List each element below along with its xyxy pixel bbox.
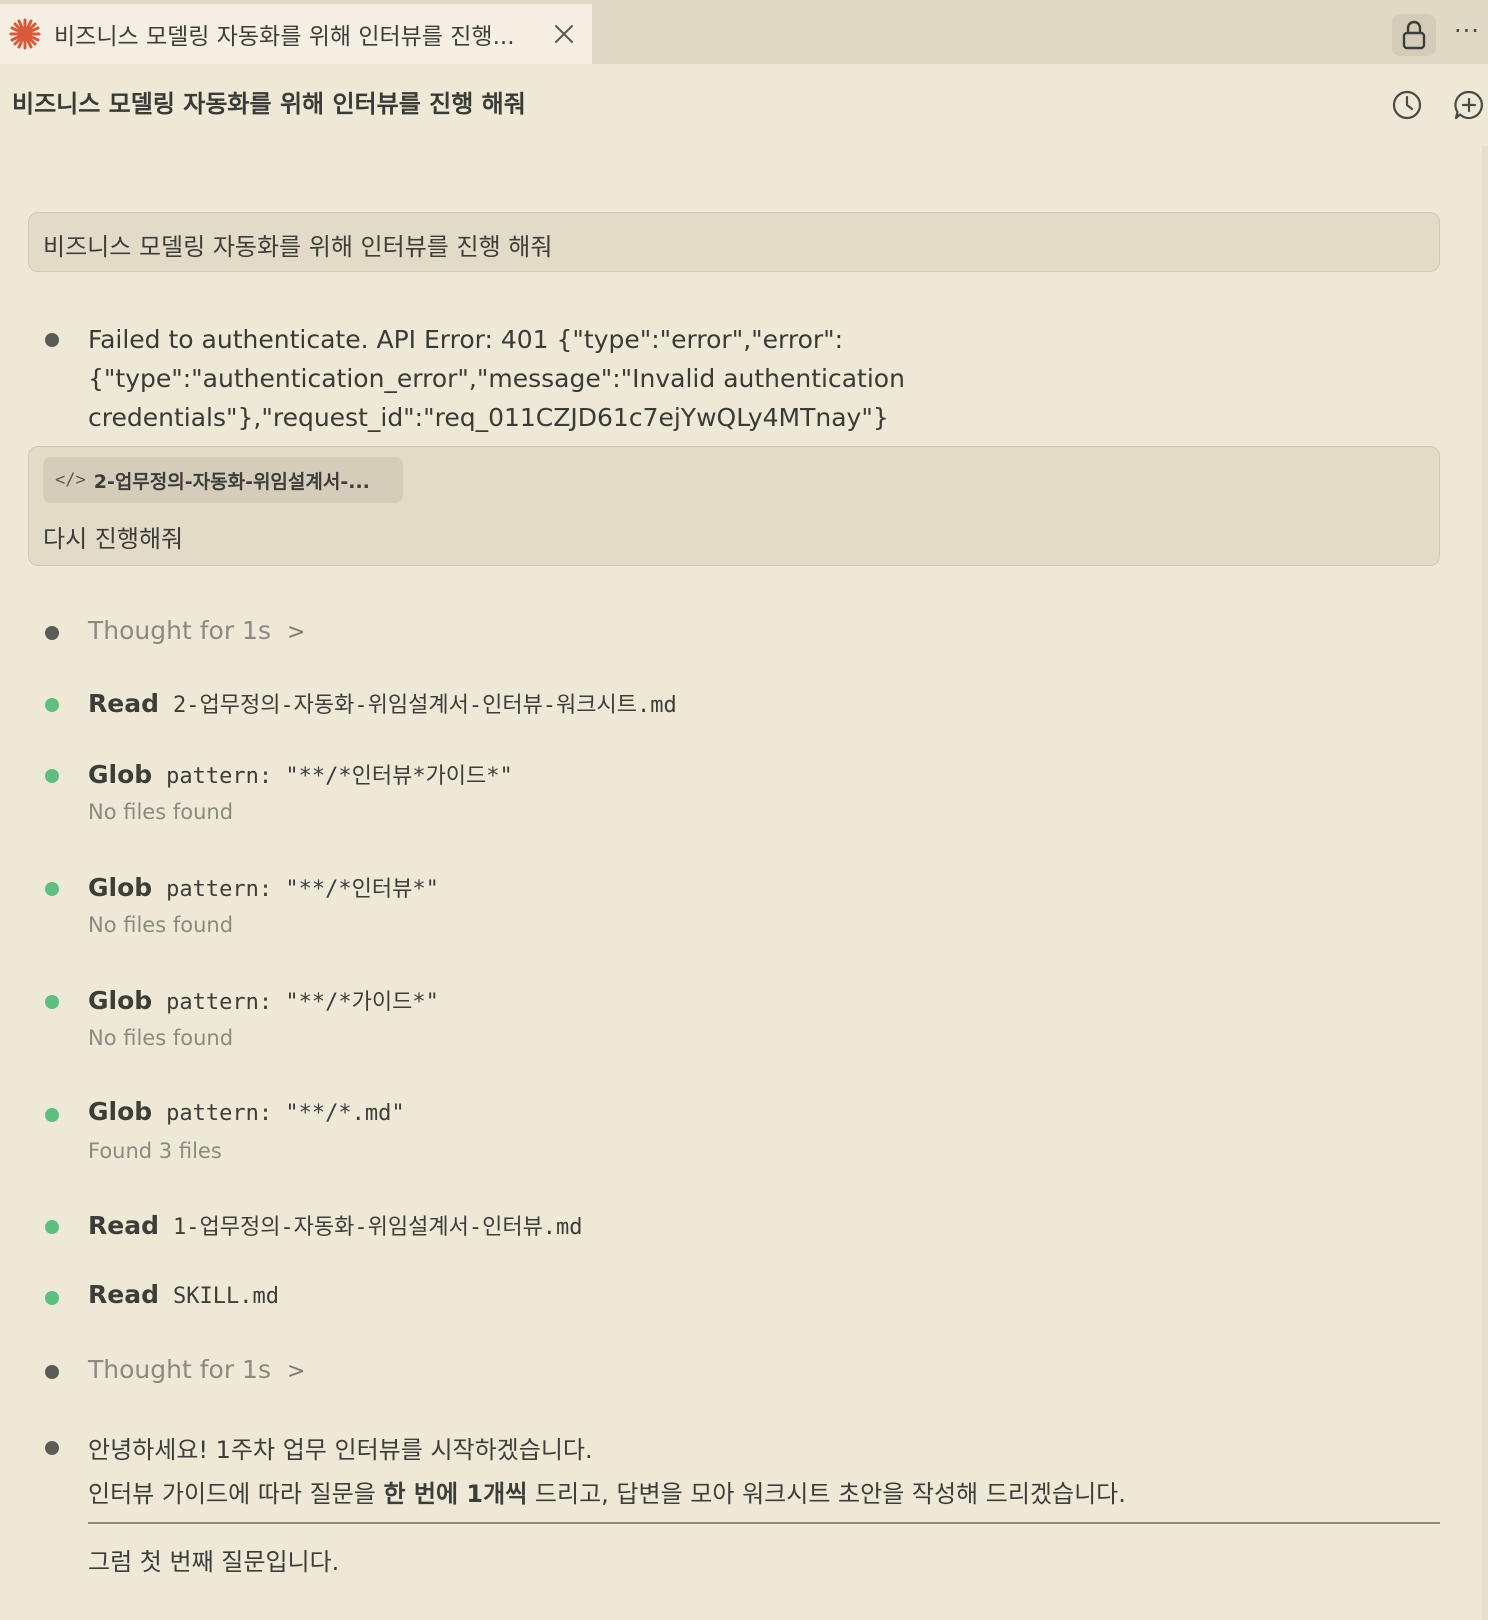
tool-arg: pattern: "**/*인터뷰*가이드*" — [166, 764, 513, 789]
page-title: 비즈니스 모델링 자동화를 위해 인터뷰를 진행 해줘 — [12, 90, 526, 118]
tab-bar: 비즈니스 모델링 자동화를 위해 인터뷰를 진행... ··· — [0, 0, 1488, 64]
tool-name: Glob — [88, 986, 153, 1015]
tool-name: Read — [88, 689, 159, 718]
tool-name: Read — [88, 1211, 159, 1240]
lock-icon — [1402, 20, 1426, 50]
close-icon[interactable] — [552, 22, 576, 46]
attachment-name: 2-업무정의-자동화-위임설계서-... — [93, 470, 370, 493]
reply-line-2-pre: 인터뷰 가이드에 따라 질문을 — [88, 1480, 384, 1508]
tool-arg: pattern: "**/*.md" — [166, 1101, 405, 1126]
divider — [88, 1522, 1440, 1524]
status-dot — [45, 1291, 59, 1305]
reply-line-1: 안녕하세요! 1주차 업무 인터뷰를 시작하겠습니다. — [88, 1436, 593, 1464]
error-text: Failed to authenticate. API Error: 401 {… — [88, 325, 905, 432]
status-dot — [45, 882, 59, 896]
tool-result: Found 3 files — [88, 1139, 222, 1163]
tool-result: No files found — [88, 913, 234, 937]
tool-arg: pattern: "**/*인터뷰*" — [166, 877, 439, 902]
status-dot — [45, 1108, 59, 1122]
tool-arg: 1-업무정의-자동화-위임설계서-인터뷰.md — [172, 1215, 583, 1240]
reply-line-2-bold: 한 번에 1개씩 — [383, 1480, 528, 1508]
user-message-text: 다시 진행해줘 — [43, 525, 184, 553]
code-icon: </> — [55, 470, 86, 490]
user-message[interactable]: 비즈니스 모델링 자동화를 위해 인터뷰를 진행 해줘 — [28, 212, 1440, 272]
reply-line-3: 그럼 첫 번째 질문입니다. — [88, 1548, 340, 1576]
new-chat-icon[interactable] — [1452, 88, 1486, 122]
status-dot — [45, 626, 59, 640]
tool-arg: SKILL.md — [172, 1284, 279, 1309]
tool-arg: 2-업무정의-자동화-위임설계서-인터뷰-워크시트.md — [172, 693, 677, 718]
status-dot — [45, 698, 59, 712]
tool-arg: pattern: "**/*가이드*" — [166, 990, 439, 1015]
claude-asterisk-icon — [9, 18, 41, 50]
tool-name: Glob — [88, 760, 153, 789]
thought-label: Thought for 1s — [88, 1355, 271, 1384]
tool-name: Read — [88, 1280, 159, 1309]
tool-result: No files found — [88, 1026, 234, 1050]
reply-line-2-post: 드리고, 답변을 모아 워크시트 초안을 작성해 드리겠습니다. — [527, 1480, 1126, 1508]
chevron-right-icon: > — [286, 1359, 306, 1384]
history-icon[interactable] — [1390, 88, 1424, 122]
user-message[interactable]: </> 2-업무정의-자동화-위임설계서-... 다시 진행해줘 — [28, 446, 1440, 566]
status-dot — [45, 1365, 59, 1379]
lock-button[interactable] — [1392, 14, 1436, 56]
scrollbar-track[interactable] — [1482, 146, 1488, 1620]
status-dot — [45, 1441, 59, 1455]
tool-name: Glob — [88, 1097, 153, 1126]
chevron-right-icon: > — [286, 620, 306, 645]
tool-result: No files found — [88, 800, 234, 824]
more-icon[interactable]: ··· — [1450, 16, 1484, 52]
status-dot — [45, 333, 59, 347]
active-tab[interactable]: 비즈니스 모델링 자동화를 위해 인터뷰를 진행... — [0, 4, 592, 64]
thought-label: Thought for 1s — [88, 616, 271, 645]
status-dot — [45, 769, 59, 783]
tab-title: 비즈니스 모델링 자동화를 위해 인터뷰를 진행... — [54, 24, 515, 50]
status-dot — [45, 1220, 59, 1234]
reply-line-2: 인터뷰 가이드에 따라 질문을 한 번에 1개씩 드리고, 답변을 모아 워크시… — [88, 1474, 1126, 1509]
tool-name: Glob — [88, 873, 153, 902]
file-attachment-chip[interactable]: </> 2-업무정의-자동화-위임설계서-... — [43, 457, 403, 503]
user-message-text: 비즈니스 모델링 자동화를 위해 인터뷰를 진행 해줘 — [43, 233, 553, 261]
status-dot — [45, 995, 59, 1009]
